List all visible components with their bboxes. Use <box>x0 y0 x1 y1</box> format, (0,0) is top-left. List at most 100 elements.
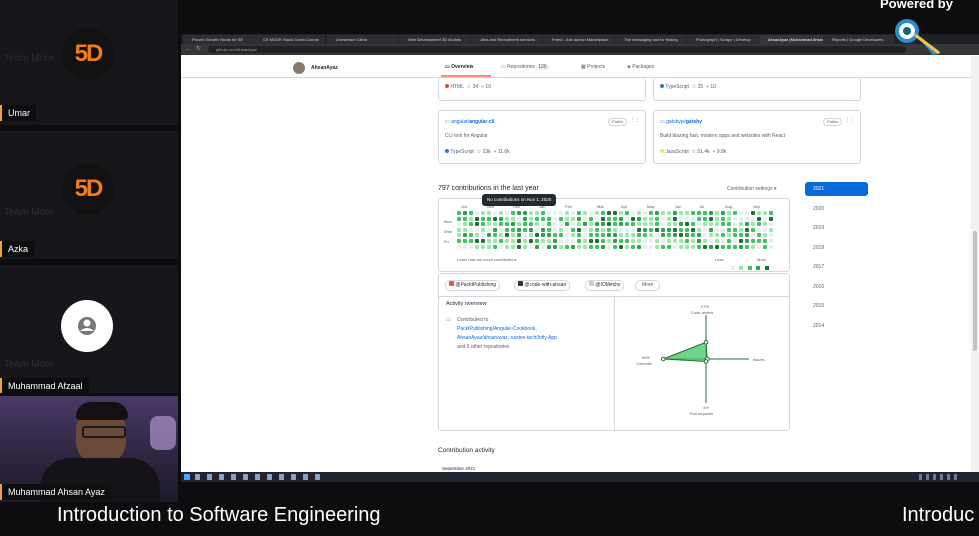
contribution-cell[interactable] <box>613 216 617 221</box>
contribution-cell[interactable] <box>757 244 761 249</box>
contribution-cell[interactable] <box>517 227 521 232</box>
contribution-cell[interactable] <box>715 227 719 232</box>
contribution-cell[interactable] <box>709 211 713 215</box>
contribution-cell[interactable] <box>511 227 515 232</box>
contribution-cell[interactable] <box>631 216 635 221</box>
contribution-cell[interactable] <box>565 222 569 227</box>
contribution-cell[interactable] <box>709 233 713 238</box>
contribution-cell[interactable] <box>697 233 701 238</box>
contribution-cell[interactable] <box>559 222 563 227</box>
contribution-cell[interactable] <box>625 216 629 221</box>
contribution-cell[interactable] <box>763 239 767 243</box>
contribution-cell[interactable] <box>511 233 515 238</box>
browser-tab[interactable]: The messaging tool for finding <box>615 35 686 44</box>
contribution-cell[interactable] <box>571 239 575 243</box>
contribution-cell[interactable] <box>751 227 755 232</box>
org-filter[interactable]: @code-with-ahsan <box>514 280 571 291</box>
year-2020[interactable]: 2020 <box>805 202 868 216</box>
contribution-cell[interactable] <box>727 233 731 238</box>
contribution-cell[interactable] <box>697 227 701 232</box>
contribution-cell[interactable] <box>607 244 611 249</box>
contribution-cell[interactable] <box>619 222 623 227</box>
contribution-cell[interactable] <box>589 216 593 221</box>
contribution-cell[interactable] <box>637 244 641 249</box>
contribution-cell[interactable] <box>625 233 629 238</box>
contribution-cell[interactable] <box>601 211 605 215</box>
contribution-cell[interactable] <box>553 227 557 232</box>
year-2015[interactable]: 2015 <box>805 299 868 313</box>
contribution-cell[interactable] <box>631 227 635 232</box>
contribution-cell[interactable] <box>493 244 497 249</box>
contribution-cell[interactable] <box>577 216 581 221</box>
contribution-cell[interactable] <box>619 211 623 215</box>
contribution-cell[interactable] <box>715 239 719 243</box>
contribution-cell[interactable] <box>649 239 653 243</box>
contribution-cell[interactable] <box>619 233 623 238</box>
start-icon[interactable] <box>184 474 190 480</box>
contribution-cell[interactable] <box>517 216 521 221</box>
contribution-cell[interactable] <box>763 227 767 232</box>
contribution-cell[interactable] <box>739 239 743 243</box>
contribution-cell[interactable] <box>511 211 515 215</box>
contribution-cell[interactable] <box>505 216 509 221</box>
repo-card[interactable]: HTML ☆ 34 ⑂ 10 <box>438 78 646 101</box>
contribution-cell[interactable] <box>685 227 689 232</box>
contribution-cell[interactable] <box>481 227 485 232</box>
contribution-cell[interactable] <box>535 244 539 249</box>
contribution-cell[interactable] <box>475 216 479 221</box>
contribution-cell[interactable] <box>517 239 521 243</box>
contribution-cell[interactable] <box>757 239 761 243</box>
contribution-cell[interactable] <box>631 244 635 249</box>
contribution-cell[interactable] <box>511 216 515 221</box>
contribution-cell[interactable] <box>577 211 581 215</box>
contribution-cell[interactable] <box>643 216 647 221</box>
taskbar-app-icons[interactable] <box>195 474 325 480</box>
contribution-cell[interactable] <box>481 239 485 243</box>
browser-tab[interactable]: Jobs and Recruitment services <box>471 35 542 44</box>
contribution-cell[interactable] <box>541 211 545 215</box>
browser-tab-active[interactable]: AhsanAyaz (Muhammad Ahsan <box>759 35 830 44</box>
contribution-cell[interactable] <box>589 244 593 249</box>
contribution-cell[interactable] <box>637 222 641 227</box>
contribution-cell[interactable] <box>667 233 671 238</box>
contribution-cell[interactable] <box>595 222 599 227</box>
contribution-cell[interactable] <box>655 216 659 221</box>
contribution-cell[interactable] <box>589 239 593 243</box>
contribution-cell[interactable] <box>553 233 557 238</box>
contribution-cell[interactable] <box>703 227 707 232</box>
contribution-cell[interactable] <box>685 211 689 215</box>
contribution-cell[interactable] <box>469 239 473 243</box>
contribution-cell[interactable] <box>649 244 653 249</box>
contribution-cell[interactable] <box>565 227 569 232</box>
contribution-cell[interactable] <box>769 233 773 238</box>
contribution-cell[interactable] <box>691 216 695 221</box>
contribution-cell[interactable] <box>469 227 473 232</box>
contribution-cell[interactable] <box>469 216 473 221</box>
contribution-cell[interactable] <box>661 227 665 232</box>
contribution-cell[interactable] <box>649 233 653 238</box>
contribution-cell[interactable] <box>739 244 743 249</box>
contribution-cell[interactable] <box>487 239 491 243</box>
drag-handle-icon[interactable]: ⋮⋮ <box>630 117 640 123</box>
contribution-cell[interactable] <box>559 244 563 249</box>
contribution-cell[interactable] <box>667 222 671 227</box>
repo-card[interactable]: TypeScript ☆ 25 ⑂ 10 <box>653 78 861 101</box>
contribution-cell[interactable] <box>457 211 461 215</box>
contribution-cell[interactable] <box>763 244 767 249</box>
tab-packages[interactable]: ◈ Packages <box>627 64 654 70</box>
year-2018[interactable]: 2018 <box>805 241 868 255</box>
contribution-cell[interactable] <box>745 227 749 232</box>
contribution-cell[interactable] <box>643 222 647 227</box>
contribution-cell[interactable] <box>475 239 479 243</box>
contribution-cell[interactable] <box>745 216 749 221</box>
contribution-cell[interactable] <box>559 216 563 221</box>
contribution-cell[interactable] <box>463 222 467 227</box>
contribution-cell[interactable] <box>529 244 533 249</box>
back-icon[interactable]: ← <box>185 46 191 53</box>
contribution-cell[interactable] <box>757 216 761 221</box>
contribution-cell[interactable] <box>655 227 659 232</box>
contribution-cell[interactable] <box>523 216 527 221</box>
contribution-cell[interactable] <box>697 244 701 249</box>
contribution-cell[interactable] <box>721 233 725 238</box>
contribution-cell[interactable] <box>637 239 641 243</box>
